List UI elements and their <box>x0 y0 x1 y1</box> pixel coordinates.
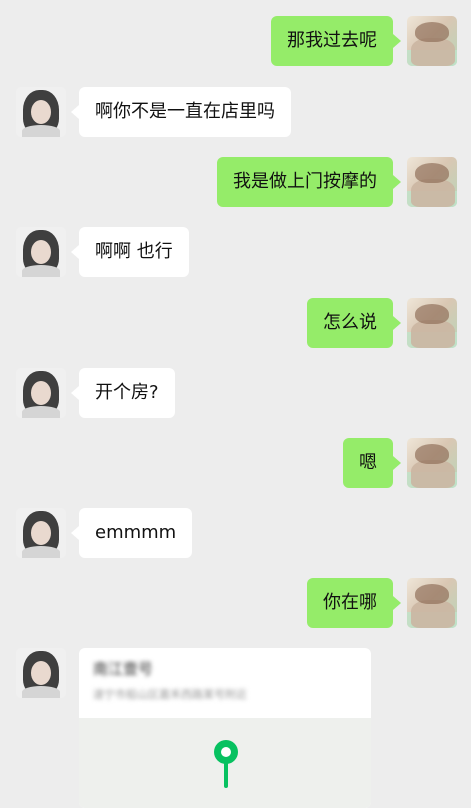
message-row: emmmm <box>0 508 471 558</box>
location-card[interactable]: 南江壹号 遂宁市船山区嘉禾西路某号附近 <box>79 648 371 808</box>
message-bubble-outgoing[interactable]: 那我过去呢 <box>271 16 401 66</box>
chat-area: 那我过去呢 啊你不是一直在店里吗 我是做上门按摩的 啊啊 也行 怎么说 开个房?… <box>0 0 471 808</box>
contact-avatar[interactable] <box>16 648 66 698</box>
message-bubble-incoming[interactable]: 啊啊 也行 <box>71 227 189 277</box>
self-avatar[interactable] <box>407 578 457 628</box>
contact-avatar[interactable] <box>16 87 66 137</box>
message-row: 你在哪 <box>0 578 471 628</box>
message-bubble-outgoing[interactable]: 你在哪 <box>307 578 401 628</box>
message-row: 开个房? <box>0 368 471 418</box>
self-avatar[interactable] <box>407 438 457 488</box>
location-address: 遂宁市船山区嘉禾西路某号附近 <box>93 688 247 701</box>
message-row: 那我过去呢 <box>0 16 471 66</box>
map-pin-icon <box>214 740 238 790</box>
message-bubble-incoming[interactable]: 开个房? <box>71 368 175 418</box>
contact-avatar[interactable] <box>16 508 66 558</box>
message-row: 怎么说 <box>0 298 471 348</box>
message-bubble-outgoing[interactable]: 嗯 <box>343 438 401 488</box>
message-row: 南江壹号 遂宁市船山区嘉禾西路某号附近 <box>0 648 471 808</box>
message-bubble-outgoing[interactable]: 怎么说 <box>307 298 401 348</box>
message-row: 啊啊 也行 <box>0 227 471 277</box>
message-bubble-incoming[interactable]: 啊你不是一直在店里吗 <box>71 87 291 137</box>
contact-avatar[interactable] <box>16 227 66 277</box>
location-map-preview[interactable] <box>79 718 371 808</box>
self-avatar[interactable] <box>407 16 457 66</box>
contact-avatar[interactable] <box>16 368 66 418</box>
message-bubble-incoming[interactable]: emmmm <box>70 508 193 558</box>
message-row: 嗯 <box>0 438 471 488</box>
message-row: 啊你不是一直在店里吗 <box>0 87 471 137</box>
message-row: 我是做上门按摩的 <box>0 157 471 207</box>
self-avatar[interactable] <box>407 298 457 348</box>
location-name: 南江壹号 <box>93 660 154 678</box>
self-avatar[interactable] <box>407 157 457 207</box>
message-bubble-outgoing[interactable]: 我是做上门按摩的 <box>217 157 401 207</box>
